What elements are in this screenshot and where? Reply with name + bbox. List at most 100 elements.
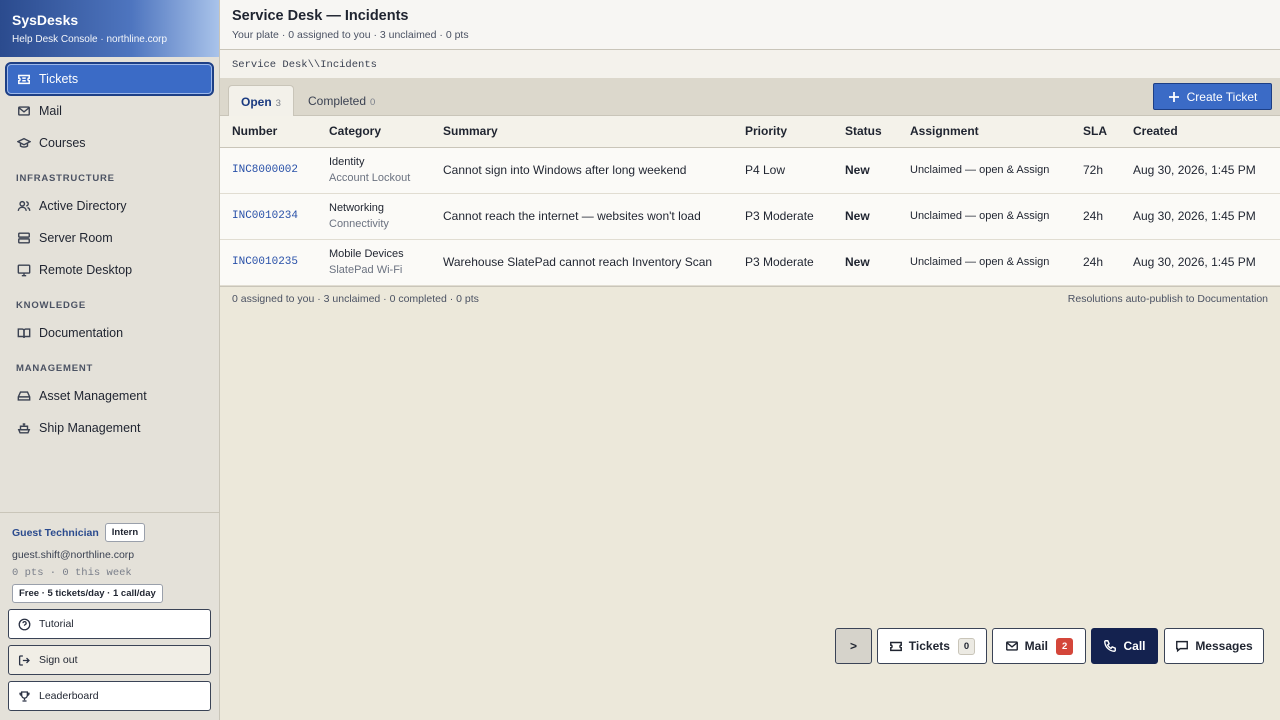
- tickets-count-badge: 0: [957, 637, 976, 655]
- sla-cell: 24h: [1071, 239, 1121, 286]
- table-header-row: Number Category Summary Priority Status …: [220, 116, 1280, 148]
- sidebar-item-label: Active Directory: [39, 199, 127, 213]
- sidebar-item-tickets[interactable]: Tickets: [5, 62, 214, 96]
- section-label-management: MANAGEMENT: [16, 363, 94, 374]
- dock-call-label: Call: [1123, 639, 1146, 653]
- sidebar-item-active-directory[interactable]: Active Directory: [6, 190, 213, 222]
- category-cell: Networking Connectivity: [317, 193, 431, 240]
- sidebar-item-label: Server Room: [39, 231, 113, 245]
- footer-stats: 0 assigned to you · 3 unclaimed · 0 comp…: [232, 293, 479, 305]
- sidebar-item-documentation[interactable]: Documentation: [6, 317, 213, 349]
- sign-out-label: Sign out: [39, 654, 78, 666]
- category: Mobile Devices: [329, 248, 404, 260]
- hard-drive-icon: [16, 389, 31, 404]
- app-subtitle: Help Desk Console · northline.corp: [12, 34, 168, 45]
- sidebar-item-asset-management[interactable]: Asset Management: [6, 380, 213, 412]
- tab-count: 0: [370, 97, 376, 108]
- sidebar-nav: Tickets Mail Courses INFRASTRUCTURE Acti…: [0, 57, 219, 444]
- column-header-category[interactable]: Category: [317, 116, 431, 148]
- role-badge: Intern: [104, 523, 146, 542]
- table-row[interactable]: INC8000002 Identity Account Lockout Cann…: [220, 147, 1280, 194]
- brand-header: SysDesks Help Desk Console · northline.c…: [0, 0, 219, 57]
- table-footer: 0 assigned to you · 3 unclaimed · 0 comp…: [220, 285, 1280, 312]
- assignment-link[interactable]: Unclaimed — open & Assign: [898, 147, 1071, 194]
- ship-icon: [16, 421, 31, 436]
- main-content: Service Desk — Incidents Your plate · 0 …: [220, 0, 1280, 720]
- sidebar-item-label: Documentation: [39, 326, 124, 340]
- column-header-priority[interactable]: Priority: [733, 116, 833, 148]
- tab-open[interactable]: Open 3: [228, 85, 294, 116]
- user-row: Guest Technician Intern: [8, 523, 211, 542]
- page-subtitle: Your plate · 0 assigned to you · 3 uncla…: [232, 29, 469, 41]
- sign-out-button[interactable]: Sign out: [8, 645, 211, 675]
- user-panel: Guest Technician Intern guest.shift@nort…: [0, 512, 219, 711]
- category: Identity: [329, 156, 365, 168]
- summary-cell: Cannot reach the internet — websites won…: [431, 193, 733, 240]
- column-header-sla[interactable]: SLA: [1071, 116, 1121, 148]
- incidents-table: Number Category Summary Priority Status …: [220, 116, 1280, 286]
- sidebar-item-mail[interactable]: Mail: [6, 95, 213, 127]
- ticket-number-link[interactable]: INC0010234: [220, 193, 317, 240]
- dock-mail-button[interactable]: Mail 2: [992, 628, 1086, 664]
- tab-completed[interactable]: Completed 0: [296, 85, 387, 116]
- ticket-icon: [889, 641, 902, 652]
- plus-icon: [1168, 91, 1179, 102]
- status-cell: New: [833, 147, 898, 194]
- summary-cell: Warehouse SlatePad cannot reach Inventor…: [431, 239, 733, 286]
- dock-messages-button[interactable]: Messages: [1164, 628, 1264, 664]
- column-header-assignment[interactable]: Assignment: [898, 116, 1071, 148]
- created-cell: Aug 30, 2026, 1:45 PM: [1121, 147, 1280, 194]
- dock-messages-label: Messages: [1195, 639, 1253, 653]
- message-icon: [1176, 640, 1189, 653]
- sidebar-item-label: Mail: [39, 104, 62, 118]
- created-cell: Aug 30, 2026, 1:45 PM: [1121, 239, 1280, 286]
- tab-label: Completed: [308, 94, 367, 108]
- category-cell: Mobile Devices SlatePad Wi-Fi: [317, 239, 431, 286]
- column-header-number[interactable]: Number: [220, 116, 317, 148]
- sidebar-item-label: Ship Management: [39, 421, 141, 435]
- sidebar: SysDesks Help Desk Console · northline.c…: [0, 0, 220, 720]
- table-row[interactable]: INC0010235 Mobile Devices SlatePad Wi-Fi…: [220, 239, 1280, 286]
- mail-count-badge: 2: [1056, 637, 1074, 655]
- plan-badge: Free · 5 tickets/day · 1 call/day: [12, 584, 163, 603]
- tab-label: Open: [241, 95, 272, 109]
- ticket-number-link[interactable]: INC8000002: [220, 147, 317, 194]
- sidebar-item-courses[interactable]: Courses: [6, 127, 213, 159]
- phone-icon: [1104, 640, 1117, 652]
- app-title: SysDesks: [12, 12, 79, 28]
- dock-call-button[interactable]: Call: [1091, 628, 1158, 664]
- sidebar-item-ship-management[interactable]: Ship Management: [6, 412, 213, 444]
- table-row[interactable]: INC0010234 Networking Connectivity Canno…: [220, 193, 1280, 240]
- tutorial-label: Tutorial: [39, 618, 74, 630]
- column-header-summary[interactable]: Summary: [431, 116, 733, 148]
- sidebar-item-server-room[interactable]: Server Room: [6, 222, 213, 254]
- dock-toggle-button[interactable]: >: [835, 628, 872, 664]
- summary-cell: Cannot sign into Windows after long week…: [431, 147, 733, 194]
- sidebar-item-label: Remote Desktop: [39, 263, 133, 277]
- mail-icon: [1005, 641, 1018, 651]
- assignment-link[interactable]: Unclaimed — open & Assign: [898, 239, 1071, 286]
- assignment-link[interactable]: Unclaimed — open & Assign: [898, 193, 1071, 240]
- sidebar-item-remote-desktop[interactable]: Remote Desktop: [6, 254, 213, 286]
- mail-icon: [16, 104, 31, 119]
- status-cell: New: [833, 239, 898, 286]
- tutorial-button[interactable]: Tutorial: [8, 609, 211, 639]
- sidebar-item-label: Courses: [39, 136, 86, 150]
- leaderboard-button[interactable]: Leaderboard: [8, 681, 211, 711]
- users-icon: [16, 199, 31, 214]
- graduation-cap-icon: [16, 136, 31, 151]
- subcategory: SlatePad Wi-Fi: [329, 264, 403, 276]
- trophy-icon: [19, 690, 30, 702]
- ticket-number-link[interactable]: INC0010235: [220, 239, 317, 286]
- sign-out-icon: [18, 654, 30, 666]
- user-points: 0 pts · 0 this week: [12, 567, 132, 579]
- column-header-status[interactable]: Status: [833, 116, 898, 148]
- dock-tickets-button[interactable]: Tickets 0: [877, 628, 987, 664]
- create-ticket-button[interactable]: Create Ticket: [1153, 83, 1272, 110]
- dock-mail-label: Mail: [1024, 639, 1049, 653]
- column-header-created[interactable]: Created: [1121, 116, 1280, 148]
- priority-cell: P4 Low: [733, 147, 833, 194]
- category-cell: Identity Account Lockout: [317, 147, 431, 194]
- sla-cell: 24h: [1071, 193, 1121, 240]
- book-icon: [16, 326, 31, 341]
